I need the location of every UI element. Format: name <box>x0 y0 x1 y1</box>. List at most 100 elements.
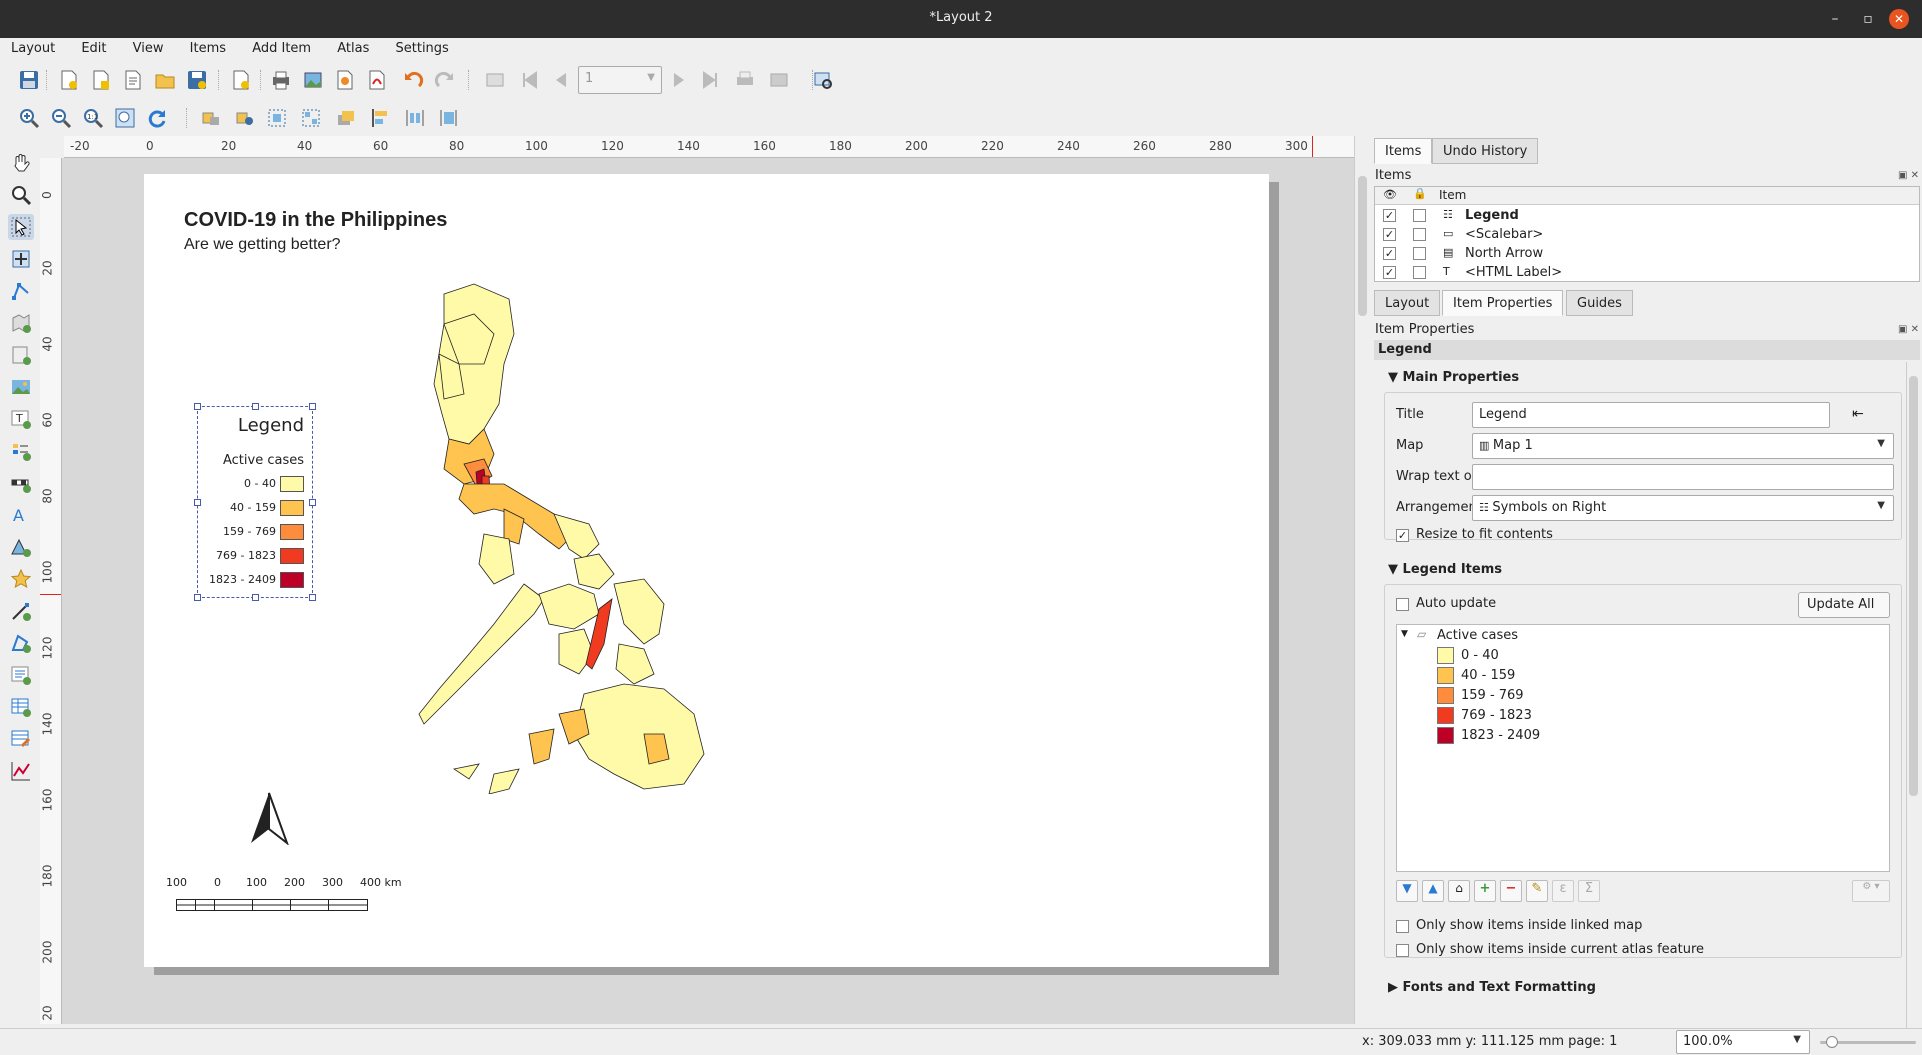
edit-item-icon[interactable]: ✎ <box>1526 880 1548 902</box>
resize-handle[interactable] <box>252 403 259 410</box>
print-icon[interactable] <box>268 67 294 93</box>
list-item[interactable]: ✓ ☷ Legend <box>1375 207 1907 225</box>
scrollbar-thumb[interactable] <box>1909 376 1918 796</box>
wrap-text-input[interactable] <box>1472 464 1894 490</box>
scalebar[interactable]: 100 0 100 200 300 400 km <box>166 876 402 890</box>
duplicate-layout-icon[interactable] <box>88 67 114 93</box>
export-atlas-icon[interactable] <box>766 67 792 93</box>
tree-group[interactable]: ▼ ▱ Active cases <box>1401 627 1881 645</box>
distribute-items-icon[interactable] <box>402 105 428 131</box>
close-button[interactable]: ✕ <box>1889 9 1909 29</box>
lock-checkbox[interactable] <box>1413 247 1426 260</box>
move-up-icon[interactable]: ▲ <box>1422 880 1444 902</box>
add-legend-icon[interactable] <box>8 438 34 464</box>
add-group-icon[interactable]: ⌂ <box>1448 880 1470 902</box>
export-pdf-icon[interactable] <box>364 67 390 93</box>
add-shape-icon[interactable] <box>8 534 34 560</box>
pan-icon[interactable] <box>8 150 34 176</box>
tree-item[interactable]: 159 - 769 <box>1437 687 1877 705</box>
visibility-checkbox[interactable]: ✓ <box>1383 228 1396 241</box>
next-feature-icon[interactable] <box>666 67 692 93</box>
edit-nodes-icon[interactable] <box>8 278 34 304</box>
visibility-checkbox[interactable]: ✓ <box>1383 209 1396 222</box>
save-icon[interactable] <box>16 67 42 93</box>
select-move-icon[interactable] <box>8 214 34 240</box>
fonts-heading[interactable]: ▶ Fonts and Text Formatting <box>1388 980 1596 995</box>
move-content-icon[interactable] <box>8 246 34 272</box>
remove-item-icon[interactable]: − <box>1500 880 1522 902</box>
north-arrow-icon[interactable] <box>249 791 289 845</box>
map-subtitle[interactable]: Are we getting better? <box>184 236 341 254</box>
lock-checkbox[interactable] <box>1413 209 1426 222</box>
add-html-icon[interactable] <box>8 662 34 688</box>
properties-scrollbar[interactable] <box>1906 362 1920 1028</box>
only-atlas-checkbox[interactable] <box>1396 944 1409 957</box>
open-template-icon[interactable] <box>152 67 178 93</box>
visibility-checkbox[interactable]: ✓ <box>1383 266 1396 279</box>
atlas-page-input[interactable]: 1 ▼ <box>578 66 662 94</box>
add-elevation-profile-icon[interactable] <box>8 758 34 784</box>
resize-handle[interactable] <box>309 403 316 410</box>
legend-items-heading[interactable]: ▼ Legend Items <box>1388 562 1502 577</box>
map-select[interactable]: ▥ Map 1 ▼ <box>1472 433 1894 459</box>
menu-atlas[interactable]: Atlas <box>337 38 369 56</box>
resize-handle[interactable] <box>194 403 201 410</box>
only-linked-map-checkbox[interactable] <box>1396 920 1409 933</box>
add-map-icon[interactable] <box>8 310 34 336</box>
add-attribute-table-icon[interactable] <box>8 694 34 720</box>
legend-item[interactable]: Legend Active cases 0 - 40 40 - 159 159 … <box>194 403 316 601</box>
menu-items[interactable]: Items <box>190 38 226 56</box>
add-scalebar-icon[interactable] <box>8 470 34 496</box>
unlock-items-icon[interactable] <box>232 105 258 131</box>
main-properties-heading[interactable]: ▼ Main Properties <box>1388 370 1519 385</box>
tree-item[interactable]: 0 - 40 <box>1437 647 1877 665</box>
ungroup-items-icon[interactable] <box>298 105 324 131</box>
add-polyline-icon[interactable] <box>8 598 34 624</box>
legend-title-input[interactable]: Legend <box>1472 402 1830 428</box>
add-north-arrow-icon[interactable]: A <box>8 502 34 528</box>
zoom-slider-handle[interactable] <box>1826 1036 1838 1048</box>
zoom-full-icon[interactable] <box>112 105 138 131</box>
menu-settings[interactable]: Settings <box>396 38 449 56</box>
move-down-icon[interactable]: ▼ <box>1396 880 1418 902</box>
layout-canvas[interactable]: COVID-19 in the Philippines Are we getti… <box>62 158 1354 1024</box>
layout-page[interactable]: COVID-19 in the Philippines Are we getti… <box>144 174 1269 967</box>
layout-manager-icon[interactable] <box>120 67 146 93</box>
auto-update-checkbox[interactable] <box>1396 598 1409 611</box>
add-polygon-icon[interactable] <box>8 630 34 656</box>
resize-handle[interactable] <box>309 499 316 506</box>
last-feature-icon[interactable] <box>698 67 724 93</box>
resize-handle[interactable] <box>194 594 201 601</box>
previous-feature-icon[interactable] <box>548 67 574 93</box>
resize-handle[interactable] <box>309 594 316 601</box>
canvas-vertical-scrollbar[interactable] <box>1354 136 1370 1024</box>
resize-handle[interactable] <box>194 499 201 506</box>
list-item[interactable]: ✓ ▭ <Scalebar> <box>1375 226 1907 244</box>
lock-items-icon[interactable] <box>198 105 224 131</box>
page-setup-icon[interactable] <box>228 67 254 93</box>
menu-edit[interactable]: Edit <box>81 38 106 56</box>
map-item[interactable] <box>344 214 744 794</box>
resize-handle[interactable] <box>252 594 259 601</box>
maximize-button[interactable]: ▫ <box>1858 9 1878 29</box>
list-item[interactable]: ✓ T <HTML Label> <box>1375 264 1907 282</box>
add-picture-icon[interactable] <box>8 374 34 400</box>
undo-icon[interactable] <box>400 67 426 93</box>
atlas-settings-icon[interactable] <box>810 67 836 93</box>
minimize-button[interactable]: – <box>1825 9 1845 29</box>
visibility-checkbox[interactable]: ✓ <box>1383 247 1396 260</box>
add-3d-map-icon[interactable] <box>8 342 34 368</box>
group-items-icon[interactable] <box>264 105 290 131</box>
lock-checkbox[interactable] <box>1413 228 1426 241</box>
zoom-tool-icon[interactable] <box>8 182 34 208</box>
add-label-icon[interactable]: T <box>8 406 34 432</box>
tab-guides[interactable]: Guides <box>1566 290 1633 316</box>
redo-icon[interactable] <box>432 67 458 93</box>
add-fixed-table-icon[interactable] <box>8 726 34 752</box>
sum-icon[interactable]: Σ <box>1578 880 1600 902</box>
menu-view[interactable]: View <box>133 38 164 56</box>
raise-items-icon[interactable] <box>332 105 358 131</box>
tree-item[interactable]: 40 - 159 <box>1437 667 1877 685</box>
tab-item-properties[interactable]: Item Properties <box>1442 290 1564 316</box>
refresh-icon[interactable] <box>144 105 170 131</box>
